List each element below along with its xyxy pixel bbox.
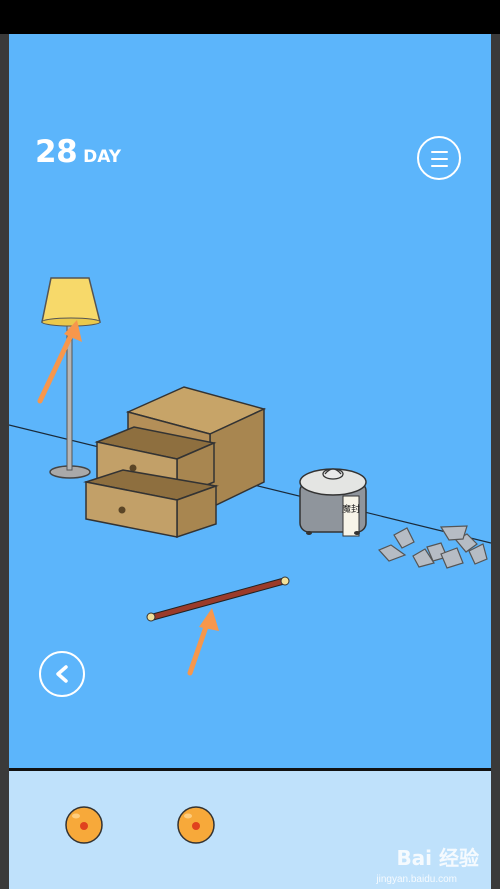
menu-line-icon bbox=[431, 151, 448, 153]
frame-right bbox=[491, 34, 500, 889]
red-stick[interactable] bbox=[146, 576, 290, 622]
seal-char-1: 魔封 bbox=[342, 503, 360, 515]
back-button[interactable] bbox=[39, 651, 85, 697]
menu-button[interactable] bbox=[417, 136, 461, 180]
orange-ball-icon[interactable] bbox=[64, 805, 104, 845]
broken-pottery[interactable] bbox=[377, 525, 488, 569]
frame-left bbox=[0, 34, 9, 889]
hint-arrow-lamp bbox=[37, 320, 82, 404]
drawer-cabinet[interactable] bbox=[83, 386, 267, 539]
day-counter: 28 DAY bbox=[35, 134, 121, 170]
inventory-bar: Bai 经验 jingyan.baidu.com bbox=[9, 771, 491, 889]
watermark: Bai 经验 bbox=[396, 846, 479, 870]
menu-line-icon bbox=[431, 158, 448, 160]
menu-line-icon bbox=[431, 165, 448, 167]
status-bar bbox=[0, 0, 500, 34]
hint-arrow-stick bbox=[187, 608, 219, 676]
day-number: 28 bbox=[35, 134, 78, 170]
watermark-url: jingyan.baidu.com bbox=[376, 874, 457, 885]
day-label: DAY bbox=[83, 147, 122, 167]
orange-ball-icon[interactable] bbox=[176, 805, 216, 845]
chevron-left-icon bbox=[56, 665, 68, 683]
game-scene[interactable]: 魔封 28 DAY bbox=[9, 34, 491, 768]
rice-cooker[interactable]: 魔封 bbox=[299, 468, 367, 537]
